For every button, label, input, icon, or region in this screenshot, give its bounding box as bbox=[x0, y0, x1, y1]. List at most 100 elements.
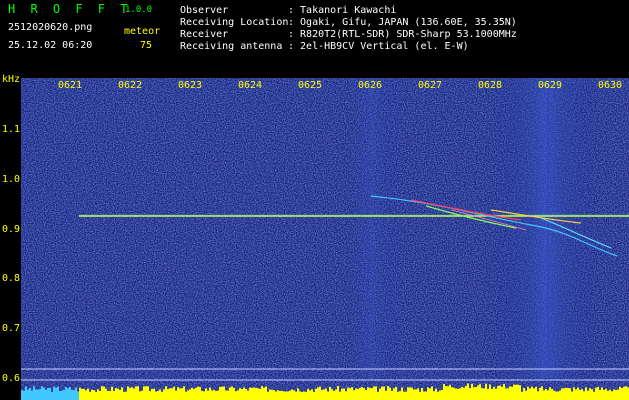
signal-level-bar bbox=[353, 390, 355, 400]
info-label-antenna: Receiving antenna bbox=[180, 41, 283, 52]
signal-level-bar bbox=[623, 386, 625, 400]
signal-level-bar bbox=[55, 387, 57, 400]
signal-level-bar bbox=[385, 390, 387, 400]
signal-level-bar bbox=[307, 388, 309, 400]
signal-level-bar bbox=[157, 390, 159, 400]
signal-level-bar bbox=[357, 388, 359, 400]
signal-level-bar bbox=[213, 390, 215, 400]
signal-level-bar bbox=[163, 389, 165, 400]
signal-level-bar bbox=[589, 388, 591, 400]
signal-level-bar bbox=[309, 390, 311, 400]
signal-level-bar bbox=[393, 388, 395, 400]
signal-level-bar bbox=[395, 386, 397, 400]
signal-level-bar bbox=[257, 388, 259, 400]
signal-level-bar bbox=[143, 386, 145, 400]
signal-level-bar bbox=[515, 384, 517, 400]
info-label-observer: Observer bbox=[180, 5, 229, 16]
info-value-receiver: : R820T2(RTL-SDR) SDR-Sharp 53.1000MHz bbox=[288, 29, 517, 40]
signal-level-bar bbox=[421, 388, 423, 400]
signal-level-bar bbox=[129, 387, 131, 400]
signal-level-bar bbox=[165, 386, 167, 400]
signal-level-bar bbox=[315, 388, 317, 400]
signal-level-bar bbox=[323, 389, 325, 400]
signal-level-bar bbox=[153, 388, 155, 400]
x-tick-label: 0628 bbox=[478, 80, 503, 91]
signal-level-bar bbox=[217, 390, 219, 400]
signal-level-bar bbox=[437, 391, 439, 400]
signal-level-bar bbox=[571, 391, 573, 400]
signal-level-bar bbox=[193, 388, 195, 400]
signal-level-bar bbox=[263, 387, 265, 400]
signal-level-bar bbox=[545, 388, 547, 400]
signal-level-bar bbox=[485, 383, 487, 400]
y-tick-label: 0.7 bbox=[2, 323, 21, 334]
signal-level-bar bbox=[139, 391, 141, 400]
signal-level-bar bbox=[331, 389, 333, 400]
signal-level-bar bbox=[259, 388, 261, 400]
signal-level-bar bbox=[197, 386, 199, 400]
signal-level-bar bbox=[99, 390, 101, 400]
signal-level-bar bbox=[181, 388, 183, 400]
signal-level-bar bbox=[31, 390, 33, 400]
signal-level-bar bbox=[329, 386, 331, 400]
signal-level-bar bbox=[207, 390, 209, 400]
signal-level-bar bbox=[67, 388, 69, 400]
signal-level-bar bbox=[543, 390, 545, 400]
signal-level-bar bbox=[63, 390, 65, 400]
signal-level-bar bbox=[465, 385, 467, 400]
signal-level-bar bbox=[603, 389, 605, 400]
info-value-location: : Ogaki, Gifu, JAPAN (136.60E, 35.35N) bbox=[288, 17, 517, 28]
signal-level-bar bbox=[277, 390, 279, 400]
signal-level-bar bbox=[199, 387, 201, 400]
signal-level-bar bbox=[223, 386, 225, 400]
signal-level-bar bbox=[557, 391, 559, 400]
signal-level-bar bbox=[235, 391, 237, 400]
y-tick-label: 1.1 bbox=[2, 124, 21, 135]
signal-level-bar bbox=[479, 384, 481, 400]
signal-level-bar bbox=[579, 389, 581, 400]
signal-level-bar bbox=[267, 391, 269, 400]
signal-level-bar bbox=[261, 386, 263, 400]
signal-level-bar bbox=[573, 387, 575, 400]
signal-level-bar bbox=[407, 387, 409, 400]
signal-level-bar bbox=[219, 386, 221, 400]
signal-level-bar bbox=[569, 388, 571, 400]
signal-level-bar bbox=[439, 390, 441, 400]
signal-level-bar bbox=[51, 391, 53, 400]
signal-level-bar bbox=[563, 388, 565, 400]
meteor-count: 75 bbox=[140, 40, 153, 51]
x-tick-label: 0621 bbox=[58, 80, 83, 91]
signal-level-bar bbox=[211, 390, 213, 400]
signal-level-bar bbox=[505, 388, 507, 400]
signal-level-bar bbox=[179, 388, 181, 400]
signal-level-bar bbox=[427, 387, 429, 400]
signal-level-bar bbox=[155, 391, 157, 400]
signal-level-bar bbox=[177, 387, 179, 400]
signal-level-bar bbox=[365, 390, 367, 400]
signal-level-bar bbox=[619, 386, 621, 400]
signal-level-bar bbox=[535, 386, 537, 400]
signal-level-bar bbox=[453, 387, 455, 400]
signal-level-bar bbox=[171, 388, 173, 400]
signal-level-bar bbox=[119, 390, 121, 400]
signal-level-bar bbox=[469, 388, 471, 400]
signal-level-bar bbox=[39, 389, 41, 400]
signal-level-bar bbox=[205, 388, 207, 400]
signal-level-bar bbox=[339, 391, 341, 400]
signal-level-bar bbox=[599, 389, 601, 400]
signal-level-bar bbox=[549, 387, 551, 400]
signal-level-bar bbox=[71, 389, 73, 400]
signal-level-bar bbox=[311, 389, 313, 400]
signal-level-bar bbox=[185, 391, 187, 400]
signal-level-bar bbox=[487, 388, 489, 400]
signal-level-bar bbox=[247, 390, 249, 400]
signal-level-bar bbox=[269, 389, 271, 400]
signal-level-bar bbox=[265, 386, 267, 400]
signal-level-bar bbox=[29, 388, 31, 400]
signal-level-bar bbox=[477, 385, 479, 400]
signal-level-bar bbox=[585, 387, 587, 400]
signal-level-bar bbox=[291, 389, 293, 400]
signal-level-bar bbox=[229, 387, 231, 400]
signal-level-bar bbox=[87, 388, 89, 400]
signal-level-bar bbox=[397, 391, 399, 400]
